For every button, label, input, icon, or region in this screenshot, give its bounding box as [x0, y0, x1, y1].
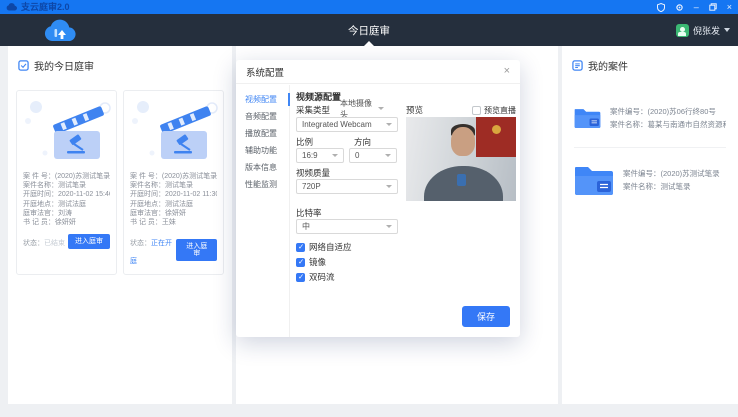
ratio-label: 比例 [296, 136, 313, 148]
my-cases-panel: 我的案件 案件编号：(2020)苏06行终80号 案件名称：葛某与南通市自然资源… [562, 46, 738, 404]
case-number: 案件编号：(2020)苏测试笔录 [623, 167, 720, 180]
tab-audio-config[interactable]: 音频配置 [236, 108, 289, 125]
today-trials-panel: 我的今日庭审 [8, 46, 232, 404]
preview-live-checkbox[interactable]: 预览直播 [472, 105, 516, 116]
video-source-section-title: 视频源配置 [296, 90, 341, 103]
tab-video-config[interactable]: 视频配置 [236, 91, 289, 108]
dual-stream-checkbox[interactable]: 双码流 [296, 271, 335, 283]
save-button[interactable]: 保存 [462, 306, 510, 327]
titlebar: 支云庭审2.0 – × [0, 0, 738, 14]
person-collar [457, 174, 466, 186]
chevron-down-icon [386, 185, 392, 188]
case-list-item[interactable]: 案件编号：(2020)苏测试笔录 案件名称：测试笔录 [574, 163, 726, 196]
bitrate-label: 比特率 [296, 207, 322, 219]
modal-title: 系统配置 [246, 65, 284, 79]
chevron-down-icon [332, 154, 338, 157]
today-panel-header: 我的今日庭审 [18, 58, 222, 73]
capture-type-select[interactable]: 本地摄像头 [334, 102, 390, 115]
trial-judge: 庭审法官：刘涛 [23, 209, 110, 218]
user-name: 倪张发 [693, 24, 720, 37]
case-name: 案件名称：测试笔录 [23, 181, 110, 190]
user-menu[interactable]: 倪张发 [676, 14, 730, 46]
case-number: 案 件 号：(2020)苏测试笔录 [130, 172, 217, 181]
case-name: 案件名称：测试笔录 [130, 181, 217, 190]
person-head [451, 127, 475, 156]
close-icon[interactable]: × [504, 66, 510, 77]
case-number: 案 件 号：(2020)苏测试笔录 [23, 172, 110, 181]
config-tab-list: 视频配置 音频配置 播放配置 辅助功能 版本信息 性能监测 [236, 85, 290, 337]
ratio-select[interactable]: 16:9 [296, 148, 344, 163]
bottom-strip [0, 404, 738, 417]
red-backdrop [476, 117, 516, 157]
trial-judge: 庭审法官：徐妍妍 [130, 209, 217, 218]
emblem [492, 125, 501, 134]
status-label: 状态： [130, 240, 151, 247]
chevron-down-icon [386, 123, 392, 126]
today-panel-title: 我的今日庭审 [34, 58, 94, 73]
chevron-down-icon [385, 154, 391, 157]
tab-today-trial[interactable]: 今日庭审 [0, 14, 738, 46]
cases-panel-icon [572, 60, 583, 71]
checkbox-icon[interactable] [296, 273, 305, 282]
navbar: 今日庭审 倪张发 [0, 14, 738, 46]
app-window: 支云庭审2.0 – × 今日庭审 倪张发 [0, 0, 738, 417]
minimize-icon[interactable]: – [694, 0, 699, 14]
trial-clerk: 书 记 员：王妹 [130, 218, 217, 227]
cases-panel-title: 我的案件 [588, 58, 628, 73]
folder-icon [574, 101, 601, 134]
network-adaptive-checkbox[interactable]: 网络自适应 [296, 241, 352, 253]
webcam-preview [406, 117, 516, 201]
chevron-down-icon [724, 28, 730, 32]
trial-card: 案 件 号：(2020)苏测试笔录 案件名称：测试笔录 开庭时间：2020-11… [123, 90, 224, 275]
close-icon[interactable]: × [727, 0, 732, 14]
divider [574, 147, 726, 148]
gear-icon[interactable] [675, 3, 684, 12]
case-name: 案件名称：测试笔录 [623, 180, 720, 193]
system-config-modal: 系统配置 × 视频配置 音频配置 播放配置 辅助功能 版本信息 性能监测 视频源… [236, 60, 520, 337]
app-cloud-icon [6, 3, 17, 11]
trial-time: 开庭时间：2020-11-02 11:30:00 [130, 190, 217, 199]
status-value: 已结束 [44, 240, 65, 247]
modal-header: 系统配置 × [236, 60, 520, 84]
avatar [676, 24, 689, 37]
clapperboard-illustration [17, 91, 116, 169]
quality-label: 视频质量 [296, 167, 330, 179]
case-name: 案件名称：葛某与南通市自然资源和规划… [610, 118, 726, 131]
shield-icon[interactable] [657, 3, 665, 12]
folder-icon [574, 163, 614, 196]
case-list-item[interactable]: 案件编号：(2020)苏06行终80号 案件名称：葛某与南通市自然资源和规划… [574, 101, 726, 134]
case-number: 案件编号：(2020)苏06行终80号 [610, 105, 726, 118]
trial-time: 开庭时间：2020-11-02 15:46:00 [23, 190, 110, 199]
bitrate-select[interactable]: 中 [296, 219, 398, 234]
trial-place: 开庭地点：测试法庭 [23, 200, 110, 209]
quality-select[interactable]: 720P [296, 179, 398, 194]
direction-select[interactable]: 0 [349, 148, 397, 163]
trial-place: 开庭地点：测试法庭 [130, 200, 217, 209]
chevron-down-icon [386, 225, 392, 228]
enter-trial-button[interactable]: 进入庭审 [68, 234, 110, 249]
checkbox-icon[interactable] [296, 258, 305, 267]
mirror-checkbox[interactable]: 镜像 [296, 256, 326, 268]
capture-type-label: 采集类型 [296, 104, 330, 116]
tab-performance[interactable]: 性能监测 [236, 176, 289, 193]
status-label: 状态： [23, 240, 44, 247]
direction-label: 方向 [354, 136, 371, 148]
tab-accessibility[interactable]: 辅助功能 [236, 142, 289, 159]
restore-icon[interactable] [709, 3, 717, 11]
clapperboard-illustration [124, 91, 223, 169]
tab-today-trial-label: 今日庭审 [348, 23, 390, 38]
trial-clerk: 书 记 员：徐妍妍 [23, 218, 110, 227]
preview-label: 预览 [406, 104, 423, 116]
checkbox-icon[interactable] [296, 243, 305, 252]
cases-panel-header: 我的案件 [572, 58, 728, 73]
checkbox-icon[interactable] [472, 106, 481, 115]
trials-panel-icon [18, 60, 29, 71]
window-title: 支云庭审2.0 [21, 0, 70, 14]
device-select[interactable]: Integrated Webcam [296, 117, 398, 132]
trial-card: 案 件 号：(2020)苏测试笔录 案件名称：测试笔录 开庭时间：2020-11… [16, 90, 117, 275]
tab-version-info[interactable]: 版本信息 [236, 159, 289, 176]
chevron-down-icon [378, 107, 384, 110]
enter-trial-button[interactable]: 进入庭审 [176, 239, 217, 261]
tab-playback-config[interactable]: 播放配置 [236, 125, 289, 142]
